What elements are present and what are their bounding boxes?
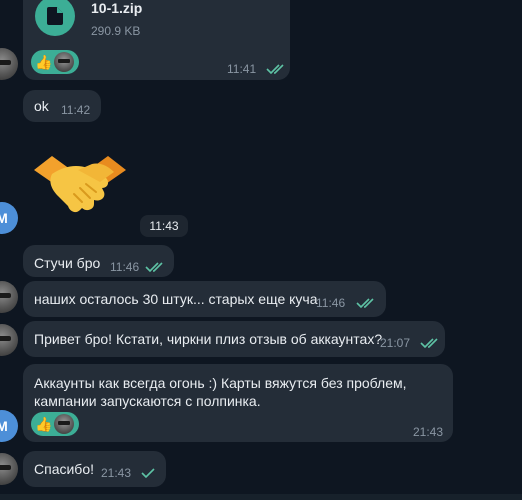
message-text: ok (34, 98, 49, 114)
double-check-icon (420, 338, 438, 349)
reaction-badge[interactable]: 👍 (31, 412, 79, 436)
file-message-bubble[interactable]: 10-1.zip 290.9 KB 👍 11:41 (23, 0, 290, 80)
avatar[interactable] (0, 324, 18, 356)
message-time: 21:43 (413, 425, 444, 439)
file-name[interactable]: 10-1.zip (91, 0, 142, 16)
reaction-avatar (54, 52, 75, 72)
avatar[interactable] (0, 48, 18, 80)
thumbs-up-icon: 👍 (35, 416, 53, 432)
message-bubble[interactable]: Стучи бро 11:46 (23, 245, 174, 277)
handshake-icon[interactable] (30, 148, 130, 218)
message-time: 21:43 (101, 466, 132, 480)
avatar[interactable]: M (0, 202, 18, 234)
sticker-time: 11:43 (140, 215, 188, 237)
double-check-icon (356, 298, 374, 309)
message-text: наших осталось 30 штук... старых еще куч… (34, 291, 318, 307)
message-text: Стучи бро (34, 255, 101, 271)
single-check-icon (141, 468, 155, 479)
avatar-letter: M (0, 210, 8, 226)
avatar[interactable]: M (0, 410, 18, 442)
message-bubble[interactable]: Спасибо! 21:43 (23, 451, 166, 487)
reaction-badge[interactable]: 👍 (31, 50, 79, 74)
double-check-icon (145, 262, 163, 273)
message-bubble[interactable]: ok 11:42 (23, 90, 101, 122)
double-check-icon (266, 64, 284, 75)
message-bubble[interactable]: Привет бро! Кстати, чиркни плиз отзыв об… (23, 321, 445, 357)
file-size: 290.9 KB (91, 24, 141, 38)
message-text: Привет бро! Кстати, чиркни плиз отзыв об… (34, 331, 383, 347)
avatar-letter: M (0, 418, 8, 434)
thumbs-up-icon: 👍 (35, 54, 53, 70)
message-time: 11:46 (110, 260, 140, 274)
reaction-avatar (54, 414, 75, 434)
message-text-line: кампании запускаются с полпинка. (34, 393, 261, 409)
avatar[interactable] (0, 453, 18, 485)
message-text-line: Аккаунты как всегда огонь :) Карты вяжут… (34, 375, 407, 391)
message-time: 21:07 (380, 336, 411, 350)
message-time: 11:46 (316, 296, 346, 310)
message-text: Спасибо! (34, 461, 94, 477)
message-time: 11:42 (61, 103, 91, 117)
message-time: 11:41 (227, 62, 257, 76)
file-icon[interactable] (35, 0, 75, 36)
bottom-divider (0, 494, 522, 500)
avatar[interactable] (0, 281, 18, 313)
message-bubble[interactable]: наших осталось 30 штук... старых еще куч… (23, 281, 386, 317)
message-bubble[interactable]: Аккаунты как всегда огонь :) Карты вяжут… (23, 364, 453, 442)
